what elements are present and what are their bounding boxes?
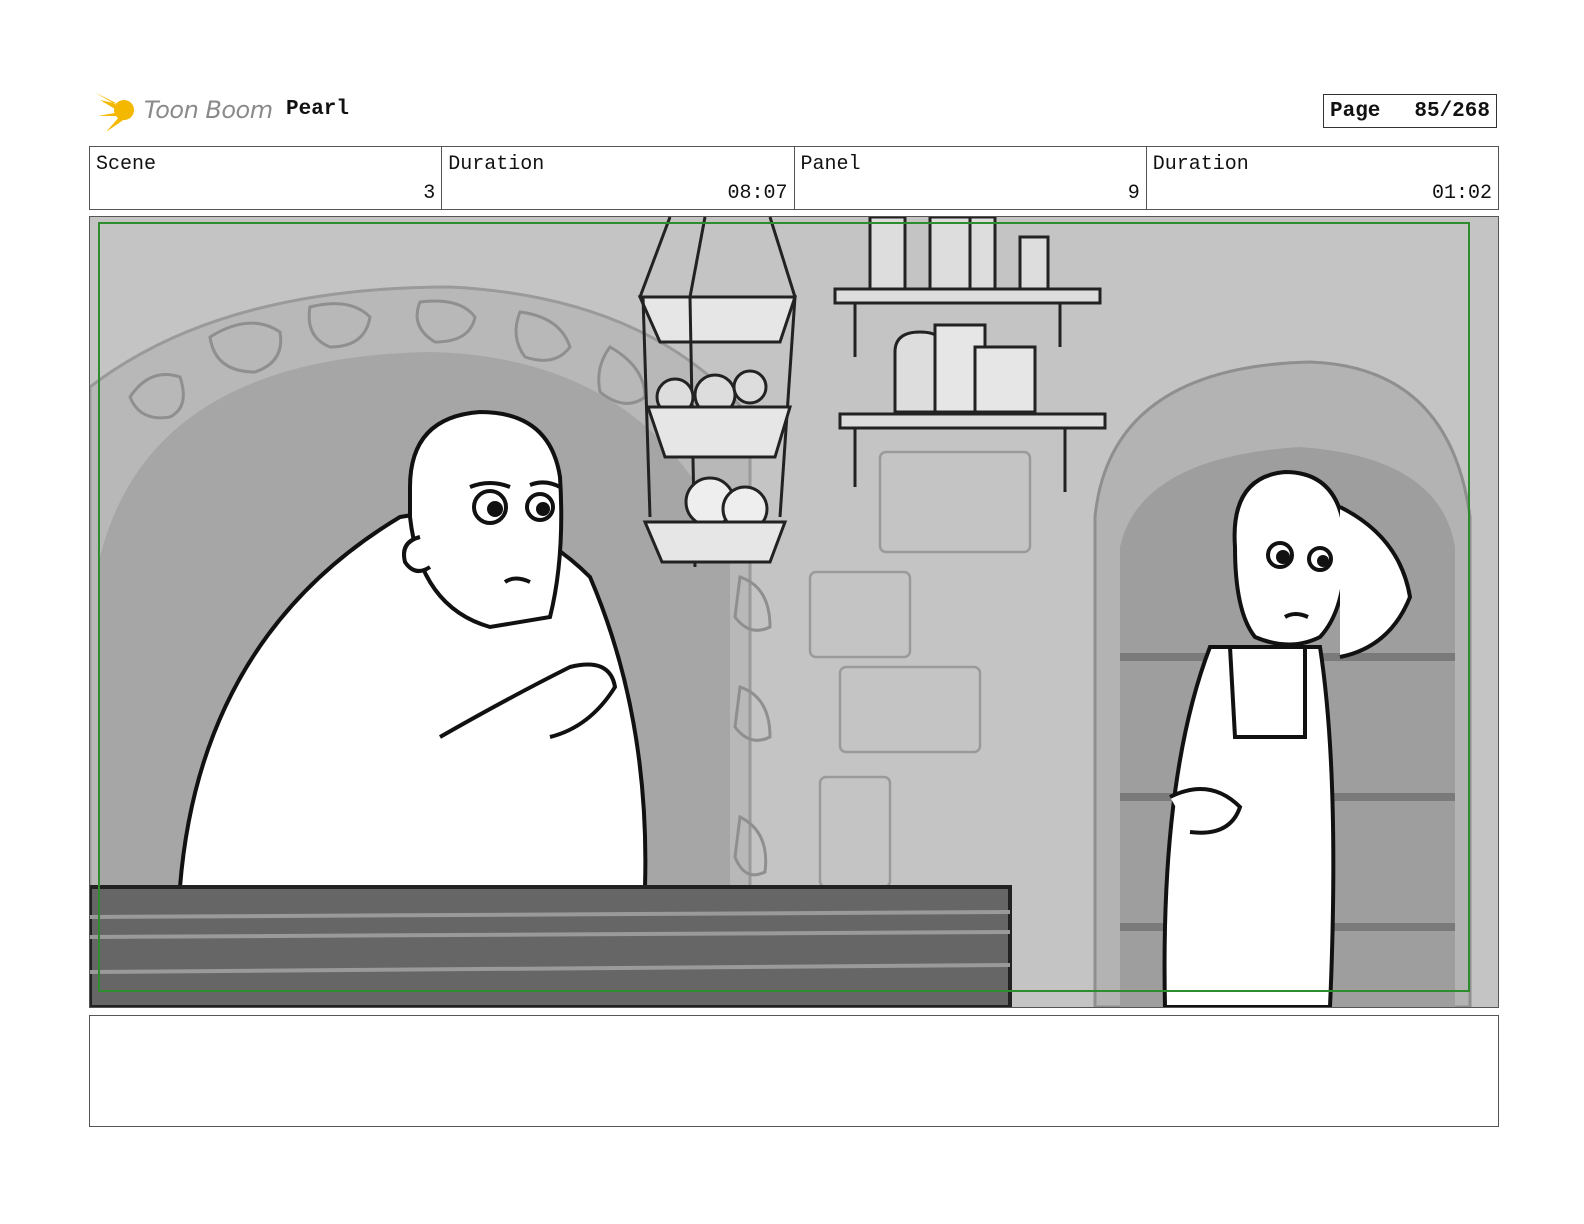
toon-boom-star-icon — [94, 92, 134, 132]
page-number: 85/268 — [1414, 99, 1490, 123]
page-indicator: Page 85/268 — [1323, 94, 1497, 128]
project-title: Pearl — [286, 98, 350, 121]
panel-cell: Panel 9 — [795, 147, 1147, 209]
scene-label: Scene — [96, 153, 157, 176]
foreground-counter — [90, 885, 1012, 1007]
panel-duration-label: Duration — [1152, 153, 1249, 176]
scene-duration-cell: Duration 08:07 — [442, 147, 795, 209]
panel-label: Panel — [800, 153, 861, 176]
panel-duration-value: 01:02 — [1431, 182, 1492, 205]
panel-drawing — [90, 217, 1498, 1007]
scene-duration-value: 08:07 — [727, 182, 788, 205]
scene-value: 3 — [423, 182, 436, 205]
scene-info-table: Scene 3 Duration 08:07 Panel 9 Duration … — [89, 146, 1499, 210]
panel-notes-box[interactable] — [89, 1015, 1499, 1127]
panel-duration-cell: Duration 01:02 — [1147, 147, 1498, 209]
logo-wordmark: Toon Boom — [144, 96, 273, 124]
scene-cell: Scene 3 — [90, 147, 443, 209]
storyboard-panel — [89, 216, 1499, 1008]
scene-duration-label: Duration — [448, 153, 545, 176]
page-label: Page — [1330, 99, 1381, 123]
toon-boom-logo: Toon Boom — [92, 86, 273, 134]
panel-value: 9 — [1127, 182, 1140, 205]
